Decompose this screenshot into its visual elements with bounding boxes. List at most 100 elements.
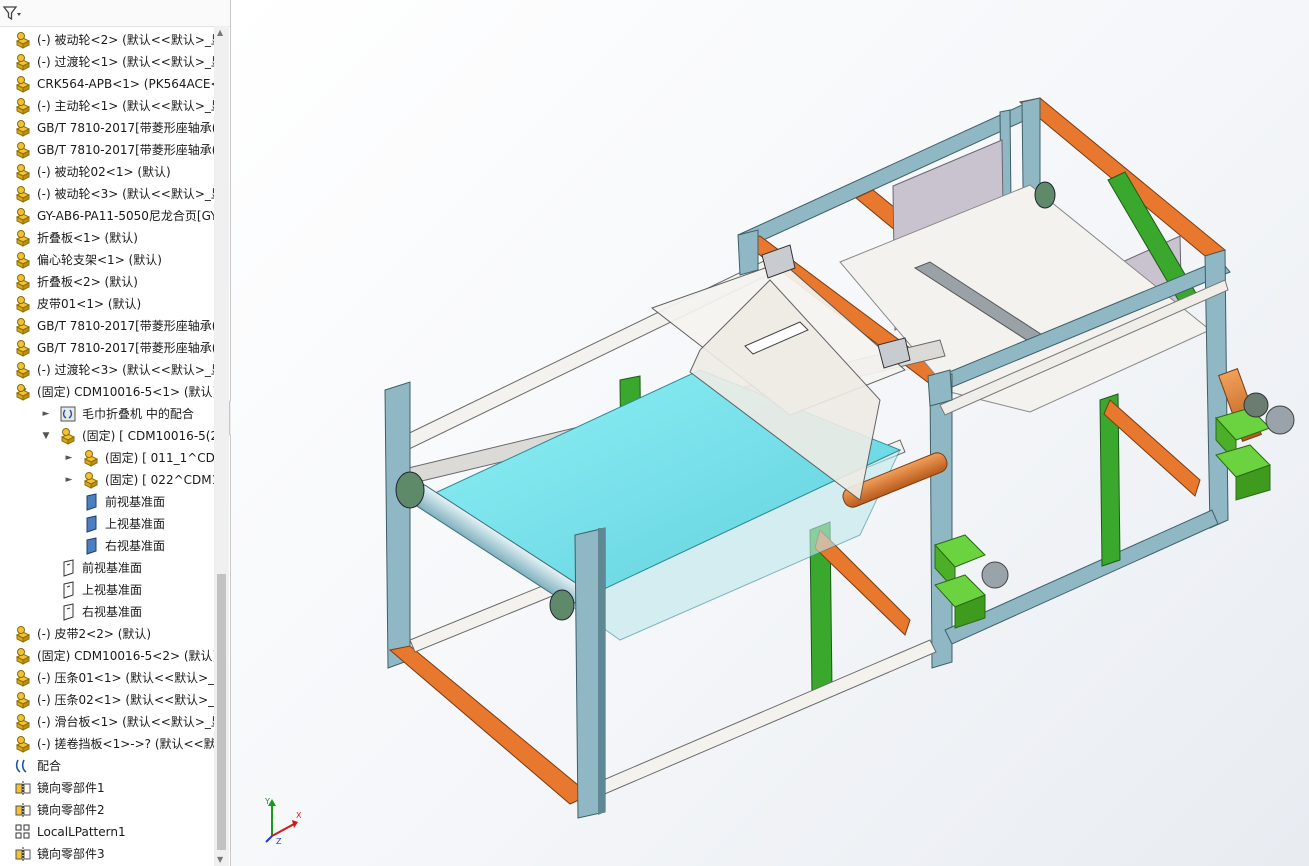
tree-item[interactable]: 上视基准面 (0, 513, 214, 535)
mates-folder-icon (59, 405, 77, 423)
triad-y-label: Y (264, 797, 270, 806)
plane-outline-icon (59, 581, 77, 599)
triad-z-label: Z (276, 837, 282, 846)
scroll-down-arrow-icon[interactable]: ▼ (217, 855, 223, 864)
tree-item[interactable]: ►(-) 搓卷挡板<1>->? (默认<<默认 (0, 733, 214, 755)
tree-item[interactable]: ►折叠板<2> (默认) (0, 271, 214, 293)
tree-item[interactable]: ►GB/T 7810-2017[带菱形座轴承( (0, 139, 214, 161)
tree-item[interactable]: ►(固定) CDM10016-5<2> (默认) (0, 645, 214, 667)
tree-item-label: GB/T 7810-2017[带菱形座轴承( (37, 341, 214, 355)
tree-item[interactable]: ►皮带01<1> (默认) (0, 293, 214, 315)
tree-item[interactable]: ►GY-AB6-PA11-5050尼龙合页[GY (0, 205, 214, 227)
tree-item-label: (固定) CDM10016-5<2> (默认) (37, 649, 214, 663)
tree-item[interactable]: ►CRK564-APB<1> (PK564ACE< (0, 73, 214, 95)
collapse-arrow-icon[interactable]: ▼ (41, 430, 51, 442)
tree-item[interactable]: ►(-) 皮带2<2> (默认) (0, 623, 214, 645)
tree-scroll-thumb[interactable] (217, 574, 226, 850)
assembly-model[interactable] (231, 0, 1309, 866)
tree-item-label: (-) 过渡轮<1> (默认<<默认>_显 (37, 55, 214, 69)
tree-item[interactable]: 上视基准面 (0, 579, 214, 601)
part-assembly-icon (14, 691, 32, 709)
part-assembly-icon (14, 339, 32, 357)
tree-item-label: (固定) [ 011_1^CDM10 (105, 451, 214, 465)
tree-item-label: 镜向零部件2 (37, 803, 105, 817)
tree-item-label: (-) 过渡轮<3> (默认<<默认>_显 (37, 363, 214, 377)
tree-item[interactable]: ►折叠板<1> (默认) (0, 227, 214, 249)
part-assembly-icon (14, 97, 32, 115)
tree-item[interactable]: ►GB/T 7810-2017[带菱形座轴承( (0, 315, 214, 337)
part-assembly-icon (14, 317, 32, 335)
tree-item[interactable]: 右视基准面 (0, 535, 214, 557)
tree-item[interactable]: 前视基准面 (0, 557, 214, 579)
triad-x-label: X (296, 811, 302, 820)
tree-item[interactable]: 镜向零部件2 (0, 799, 214, 821)
tree-item-label: (固定) [ CDM10016-5(2)^C (82, 429, 214, 443)
tree-item[interactable]: ► (固定) [ 011_1^CDM10 (0, 447, 214, 469)
tree-item[interactable]: ►GB/T 7810-2017[带菱形座轴承( (0, 337, 214, 359)
tree-item[interactable]: 右视基准面 (0, 601, 214, 623)
tree-item[interactable]: ► (固定) [ 022^CDM1001 (0, 469, 214, 491)
tree-item[interactable]: ▼ (固定) [ CDM10016-5(2)^C (0, 425, 214, 447)
tree-item[interactable]: ►偏心轮支架<1> (默认) (0, 249, 214, 271)
tree-item-label: 配合 (37, 759, 62, 773)
funnel-icon[interactable] (2, 4, 24, 22)
tree-item[interactable]: LocalLPattern1 (0, 821, 214, 843)
tree-item-label: GY-AB6-PA11-5050尼龙合页[GY (37, 209, 214, 223)
tree-item-label: 折叠板<2> (默认) (37, 275, 138, 289)
scroll-up-arrow-icon[interactable]: ▲ (217, 28, 223, 37)
tree-item[interactable]: ►(-) 被动轮<3> (默认<<默认>_显 (0, 183, 214, 205)
tree-item[interactable]: 镜向零部件1 (0, 777, 214, 799)
mirror-component-icon (14, 801, 32, 819)
plane-outline-icon (59, 559, 77, 577)
part-assembly-icon (14, 207, 32, 225)
part-assembly-icon (14, 669, 32, 687)
tree-item[interactable]: ►(-) 过渡轮<1> (默认<<默认>_显 (0, 51, 214, 73)
tree-item-label: (-) 滑台板<1> (默认<<默认>_显 (37, 715, 214, 729)
tree-item[interactable]: ►GB/T 7810-2017[带菱形座轴承( (0, 117, 214, 139)
part-assembly-icon (14, 251, 32, 269)
tree-item-label: (-) 被动轮02<1> (默认) (37, 165, 171, 179)
mirror-component-icon (14, 845, 32, 863)
plane-outline-icon (59, 603, 77, 621)
tree-item[interactable]: ►(-) 主动轮<1> (默认<<默认>_显 (0, 95, 214, 117)
feature-tree-filter-bar (0, 0, 230, 27)
feature-tree-panel: ►(-) 被动轮<2> (默认<<默认>_显►(-) 过渡轮<1> (默认<<默… (0, 0, 231, 866)
tree-item-label: (-) 搓卷挡板<1>->? (默认<<默认 (37, 737, 214, 751)
part-assembly-icon (14, 647, 32, 665)
tree-item-label: 折叠板<1> (默认) (37, 231, 138, 245)
tree-item[interactable]: ►(-) 压条01<1> (默认<<默认>_显 (0, 667, 214, 689)
tree-item-label: 皮带01<1> (默认) (37, 297, 142, 311)
expand-arrow-icon[interactable]: ► (64, 474, 74, 486)
tree-item-label: (-) 皮带2<2> (默认) (37, 627, 152, 641)
graphics-viewport[interactable]: Y X Z (231, 0, 1309, 866)
tree-item[interactable]: ► 毛巾折叠机 中的配合 (0, 403, 214, 425)
tree-item[interactable]: ►(-) 压条02<1> (默认<<默认>_显 (0, 689, 214, 711)
expand-arrow-icon[interactable]: ► (64, 452, 74, 464)
tree-item[interactable]: ►(-) 被动轮<2> (默认<<默认>_显 (0, 29, 214, 51)
tree-item[interactable]: ►(-) 过渡轮<3> (默认<<默认>_显 (0, 359, 214, 381)
tree-item-label: LocalLPattern1 (37, 825, 126, 839)
part-assembly-icon (14, 163, 32, 181)
tree-item-label: (固定) [ 022^CDM1001 (105, 473, 214, 487)
tree-item-label: (-) 被动轮<2> (默认<<默认>_显 (37, 33, 214, 47)
part-assembly-icon (14, 295, 32, 313)
tree-item[interactable]: ►(-) 滑台板<1> (默认<<默认>_显 (0, 711, 214, 733)
tree-item-label: (-) 被动轮<3> (默认<<默认>_显 (37, 187, 214, 201)
tree-scrollbar[interactable]: ▲ ▼ (214, 26, 229, 866)
linear-pattern-icon (14, 823, 32, 841)
part-assembly-icon (14, 119, 32, 137)
tree-item[interactable]: 镜向零部件3 (0, 843, 214, 865)
tree-item-label: 毛巾折叠机 中的配合 (82, 407, 194, 421)
tree-item[interactable]: ►(-) 被动轮02<1> (默认) (0, 161, 214, 183)
plane-filled-icon (82, 515, 100, 533)
tree-item-label: GB/T 7810-2017[带菱形座轴承( (37, 143, 214, 157)
tree-item[interactable]: 配合 (0, 755, 214, 777)
tree-item[interactable]: ▼(固定) CDM10016-5<1> (默认) (0, 381, 214, 403)
tree-item-label: (固定) CDM10016-5<1> (默认) (37, 385, 214, 399)
expand-arrow-icon[interactable]: ► (41, 408, 51, 420)
part-assembly-icon (14, 735, 32, 753)
tree-item-label: GB/T 7810-2017[带菱形座轴承( (37, 121, 214, 135)
tree-item-label: (-) 压条02<1> (默认<<默认>_显 (37, 693, 214, 707)
part-assembly-icon (14, 273, 32, 291)
tree-item[interactable]: 前视基准面 (0, 491, 214, 513)
